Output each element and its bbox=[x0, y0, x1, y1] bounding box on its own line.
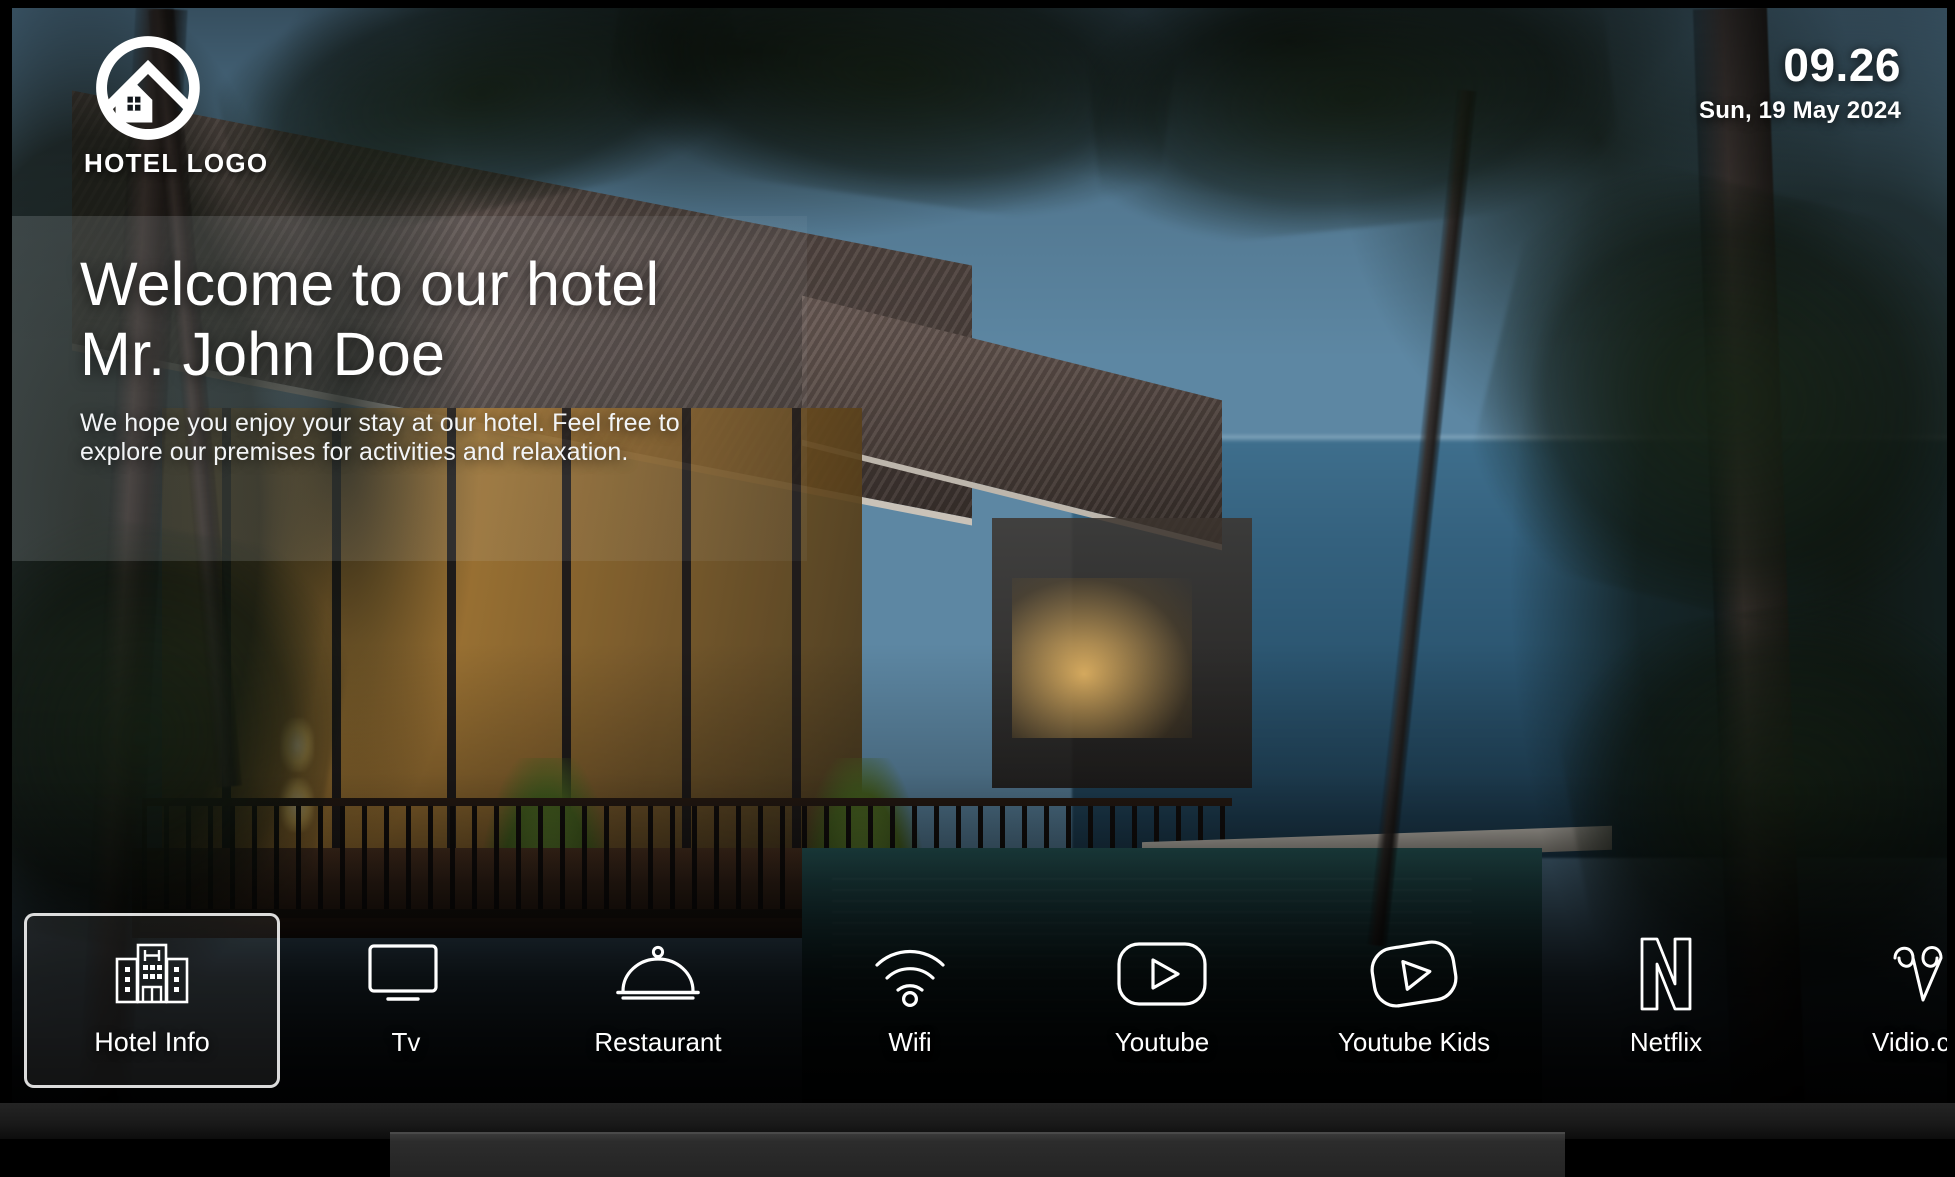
nav-item-vidio[interactable]: Vidio.co bbox=[1792, 913, 1947, 1088]
nav-label: Netflix bbox=[1629, 1027, 1703, 1057]
welcome-message: Welcome to our hotel Mr. John Doe We hop… bbox=[80, 250, 780, 468]
youtube-kids-icon bbox=[1368, 935, 1460, 1013]
clock-widget: 09.26 Sun, 19 May 2024 bbox=[1699, 42, 1901, 125]
nav-item-wifi[interactable]: Wifi bbox=[784, 913, 1036, 1088]
vidio-v-icon bbox=[1879, 935, 1947, 1013]
tv-stand bbox=[390, 1132, 1565, 1177]
tv-chassis: HOTEL LOGO 09.26 Sun, 19 May 2024 Welcom… bbox=[0, 0, 1955, 1177]
nav-label: Wifi bbox=[888, 1027, 932, 1057]
clock-time: 09.26 bbox=[1783, 39, 1901, 91]
hotel-logo: HOTEL LOGO bbox=[80, 34, 340, 179]
nav-label: Hotel Info bbox=[94, 1027, 210, 1057]
nav-item-youtube[interactable]: Youtube bbox=[1036, 913, 1288, 1088]
tv-screen: HOTEL LOGO 09.26 Sun, 19 May 2024 Welcom… bbox=[12, 8, 1947, 1103]
welcome-greeting-line: Welcome to our hotel bbox=[80, 250, 660, 318]
app-navigation-bar: Hotel Info Tv Restaurant Wifi Youtube Yo… bbox=[12, 913, 1947, 1103]
clock-date: Sun, 19 May 2024 bbox=[1699, 97, 1901, 124]
nav-item-netflix[interactable]: Netflix bbox=[1540, 913, 1792, 1088]
monitor-icon bbox=[367, 935, 445, 1013]
nav-item-tv[interactable]: Tv bbox=[280, 913, 532, 1088]
nav-item-restaurant[interactable]: Restaurant bbox=[532, 913, 784, 1088]
nav-label: Youtube Kids bbox=[1337, 1027, 1491, 1057]
youtube-icon bbox=[1116, 935, 1208, 1013]
netflix-n-icon bbox=[1637, 935, 1695, 1013]
nav-label: Youtube bbox=[1114, 1027, 1210, 1057]
cloche-icon bbox=[615, 935, 701, 1013]
wifi-icon bbox=[869, 935, 951, 1013]
nav-label: Tv bbox=[391, 1027, 421, 1057]
nav-label: Vidio.co bbox=[1871, 1027, 1947, 1057]
nav-item-hotel-info[interactable]: Hotel Info bbox=[24, 913, 280, 1088]
welcome-description: We hope you enjoy your stay at our hotel… bbox=[80, 409, 680, 467]
guest-name: Mr. John Doe bbox=[80, 319, 446, 388]
hotel-logo-text: HOTEL LOGO bbox=[84, 148, 269, 178]
nav-item-youtube-kids[interactable]: Youtube Kids bbox=[1288, 913, 1540, 1088]
nav-label: Restaurant bbox=[594, 1027, 722, 1057]
mountain-house-circle-logo bbox=[96, 36, 200, 140]
buildings-icon bbox=[112, 935, 192, 1013]
